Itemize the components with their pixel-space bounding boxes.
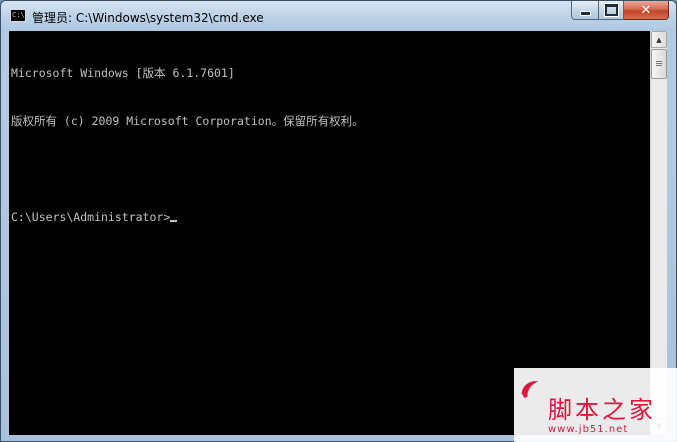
title-bar[interactable]: C:\ 管理员: C:\Windows\system32\cmd.exe ✕ [1,1,676,31]
cmd-icon[interactable]: C:\ [10,9,26,22]
script-logo-icon [521,381,539,398]
text-cursor [170,220,178,222]
scroll-up-button[interactable]: ▲ [651,31,667,48]
grip-line [656,65,662,66]
grip-line [656,61,662,62]
arrow-up-icon: ▲ [656,35,662,44]
window-title: 管理员: C:\Windows\system32\cmd.exe [32,11,264,25]
grip-line [656,63,662,64]
console-line: 版权所有 (c) 2009 Microsoft Corporation。保留所有… [11,114,364,128]
watermark-url: www.jb51.net [548,424,629,435]
command-prompt: C:\Users\Administrator> [11,210,171,224]
close-icon: ✕ [640,2,652,18]
watermark-title: 脚本之家 [548,396,656,424]
close-button[interactable]: ✕ [624,1,669,20]
console-line: Microsoft Windows [版本 6.1.7601] [11,66,235,80]
scroll-thumb[interactable] [651,49,667,79]
site-watermark: 脚本之家 www.jb51.net [514,368,677,442]
maximize-icon [603,3,619,17]
command-prompt-line[interactable]: C:\Users\Administrator> [11,209,364,225]
maximize-button[interactable] [598,1,624,20]
console-output: Microsoft Windows [版本 6.1.7601] 版权所有 (c)… [11,33,364,257]
minimize-button[interactable] [571,1,598,20]
minimize-icon [579,10,591,16]
window-controls: ✕ [571,1,669,20]
